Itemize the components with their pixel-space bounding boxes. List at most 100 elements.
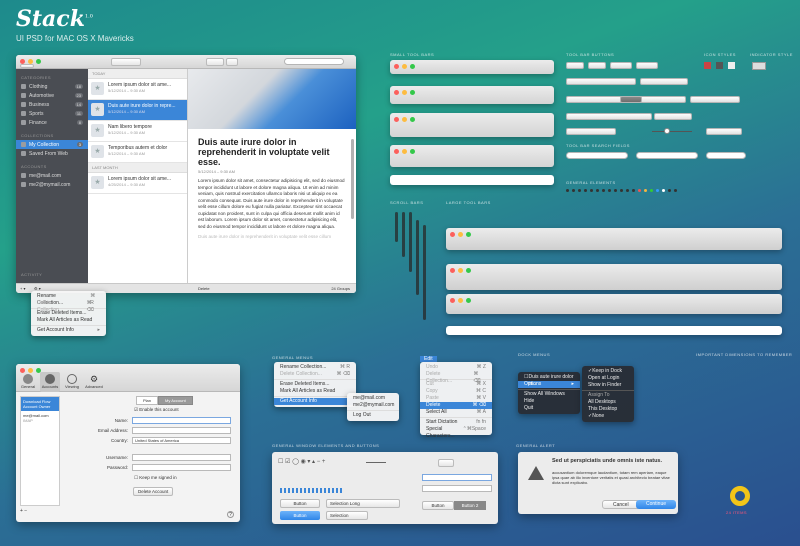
menu-item-mark-read[interactable]: Mark All Articles as Read xyxy=(274,388,356,395)
scrollbar[interactable] xyxy=(402,212,405,257)
account-item[interactable]: me@mail.com IMAP xyxy=(21,411,59,425)
close-button[interactable] xyxy=(450,298,455,303)
prefs-tab-general[interactable]: General xyxy=(20,374,36,389)
cancel-button[interactable]: Cancel xyxy=(602,500,640,509)
segment-button-selected[interactable]: Button 2 xyxy=(454,501,486,510)
toolbar-button[interactable] xyxy=(566,62,584,69)
toolbar-search-input[interactable] xyxy=(284,58,344,65)
minimize-button[interactable] xyxy=(458,232,463,237)
dock-item-quit[interactable]: Quit xyxy=(518,405,580,412)
prefs-tab-advanced[interactable]: ⚙ Advanced xyxy=(84,374,104,389)
scrollbar[interactable] xyxy=(409,212,412,272)
view-toggle-button[interactable] xyxy=(111,58,141,66)
close-button[interactable] xyxy=(394,90,399,95)
name-field[interactable] xyxy=(132,417,231,424)
dock-sub-item[interactable]: All Desktops xyxy=(582,399,634,406)
add-button[interactable]: + ▾ xyxy=(20,286,25,291)
menu-item-erase[interactable]: Erase Deleted Items... xyxy=(31,310,106,317)
minimize-button[interactable] xyxy=(402,90,407,95)
minimize-button[interactable] xyxy=(402,117,407,122)
close-button[interactable] xyxy=(394,117,399,122)
sidebar-item-account[interactable]: me2@mymail.com xyxy=(16,180,88,189)
standard-button[interactable]: Button xyxy=(280,499,320,508)
dock-sub-item[interactable]: Open at Login xyxy=(582,375,634,382)
menu-item-mark-read[interactable]: Mark All Articles as Read xyxy=(31,317,106,324)
minimize-button[interactable] xyxy=(458,298,463,303)
segment-button[interactable]: Button xyxy=(422,501,454,510)
delete-account-button[interactable]: Delete Account xyxy=(133,487,174,496)
keep-signed-checkbox[interactable]: ☐ Keep me signed in xyxy=(134,475,177,481)
toolbar-button[interactable] xyxy=(690,96,740,103)
zoom-button[interactable] xyxy=(466,268,471,273)
toolbar-button[interactable] xyxy=(588,62,606,69)
tab-my-account[interactable]: My Account xyxy=(158,396,193,405)
sidebar-item-saved-from-web[interactable]: Saved From Web xyxy=(16,149,88,158)
scrollbar[interactable] xyxy=(423,225,426,320)
minimize-button[interactable] xyxy=(402,64,407,69)
sidebar-toggle-button[interactable] xyxy=(20,64,34,68)
menu-item-undo[interactable]: Undo ⌘ Z xyxy=(420,364,492,371)
menu-item-select-all[interactable]: Select All ⌘ A xyxy=(420,409,492,416)
toolbar-search-input[interactable] xyxy=(706,152,746,159)
menu-item-special-chars[interactable]: Special Characters... ⌃⌘Space xyxy=(420,426,492,439)
toolbar-button[interactable] xyxy=(566,78,636,85)
settings-button[interactable] xyxy=(226,58,238,66)
menu-item-rename[interactable]: Rename Collection... ⌘ R xyxy=(274,364,356,371)
sidebar-item-finance[interactable]: Finance 8 xyxy=(16,118,88,127)
close-button[interactable] xyxy=(20,368,25,373)
password-field[interactable] xyxy=(132,464,231,471)
menu-item-dictation[interactable]: Start Dictation fn fn xyxy=(420,419,492,426)
tab-plan[interactable]: Plan xyxy=(136,396,159,405)
play-button[interactable] xyxy=(206,58,224,66)
help-button[interactable]: ? xyxy=(227,511,234,518)
menu-item-delete-collection[interactable]: Delete Collection... ⌘ ⌫ xyxy=(420,371,492,384)
dock-item-options[interactable]: Options ▸ xyxy=(518,381,580,388)
dock-tooltip-item[interactable]: ☐ Duis aute irure dolor in... xyxy=(518,374,580,387)
slider[interactable] xyxy=(366,462,386,463)
dock-sub-item[interactable]: ✓ None xyxy=(582,413,634,420)
menu-item-erase[interactable]: Erase Deleted Items... xyxy=(274,381,356,388)
username-field[interactable] xyxy=(132,454,231,461)
scrollbar[interactable] xyxy=(395,212,398,242)
slider-knob[interactable] xyxy=(664,128,670,134)
zoom-button[interactable] xyxy=(410,149,415,154)
toolbar-button-selected[interactable] xyxy=(620,96,642,103)
toolbar-button[interactable] xyxy=(610,62,632,69)
close-button[interactable] xyxy=(450,232,455,237)
dock-sub-item[interactable]: Show in Finder xyxy=(582,382,634,389)
add-account-button[interactable]: + − xyxy=(20,508,27,514)
sidebar-item-clothing[interactable]: Clothing 18 xyxy=(16,82,88,91)
minimize-button[interactable] xyxy=(458,268,463,273)
close-button[interactable] xyxy=(394,64,399,69)
minimize-button[interactable] xyxy=(402,149,407,154)
continue-button[interactable]: Continue xyxy=(636,500,677,509)
account-item-selected[interactable]: Download Flow Account Owner xyxy=(21,397,59,411)
list-item[interactable]: ★ Nam libero tempore 5/12/2014 – 9:30 AM xyxy=(88,121,187,142)
prefs-tab-accounts[interactable]: Accounts xyxy=(40,372,60,392)
submenu-item[interactable]: me2@mymail.com xyxy=(347,402,399,409)
zoom-button[interactable] xyxy=(36,59,41,64)
selection-long-select[interactable]: Selection Long xyxy=(326,499,400,508)
dock-item-hide[interactable]: Hide xyxy=(518,398,580,405)
sidebar-item-sports[interactable]: Sports 11 xyxy=(16,109,88,118)
menu-item-delete[interactable]: Delete Collection... ⌘ ⌫ xyxy=(31,300,106,313)
menu-item-delete[interactable]: Delete Collection... ⌘ ⌫ xyxy=(274,371,356,378)
dock-item-show-all[interactable]: Show All Windows xyxy=(518,391,580,398)
toolbar-slider[interactable] xyxy=(652,131,692,132)
toolbar-button[interactable] xyxy=(706,128,742,135)
list-item[interactable]: ★ Lorem ipsum dolor sit ame... 4/25/2014 –… xyxy=(88,173,187,194)
prefs-tab-viewing[interactable]: Viewing xyxy=(64,374,80,389)
zoom-button[interactable] xyxy=(410,117,415,122)
toolbar-button[interactable] xyxy=(566,128,616,135)
list-item[interactable]: ★ Duis aute irure dolor in repre... 5/12/2… xyxy=(88,100,187,121)
menu-item-copy[interactable]: Copy ⌘ C xyxy=(420,388,492,395)
toolbar-search-input[interactable] xyxy=(636,152,698,159)
toolbar-button[interactable] xyxy=(640,78,688,85)
email-field[interactable] xyxy=(132,427,231,434)
list-item[interactable]: ★ Temporibus autem et dolor 5/12/2014 – 9:… xyxy=(88,142,187,163)
zoom-button[interactable] xyxy=(410,90,415,95)
sidebar-item-automotive[interactable]: Automotive 23 xyxy=(16,91,88,100)
submenu-item[interactable]: me@mail.com xyxy=(347,395,399,402)
zoom-button[interactable] xyxy=(410,64,415,69)
text-field[interactable] xyxy=(422,485,492,492)
